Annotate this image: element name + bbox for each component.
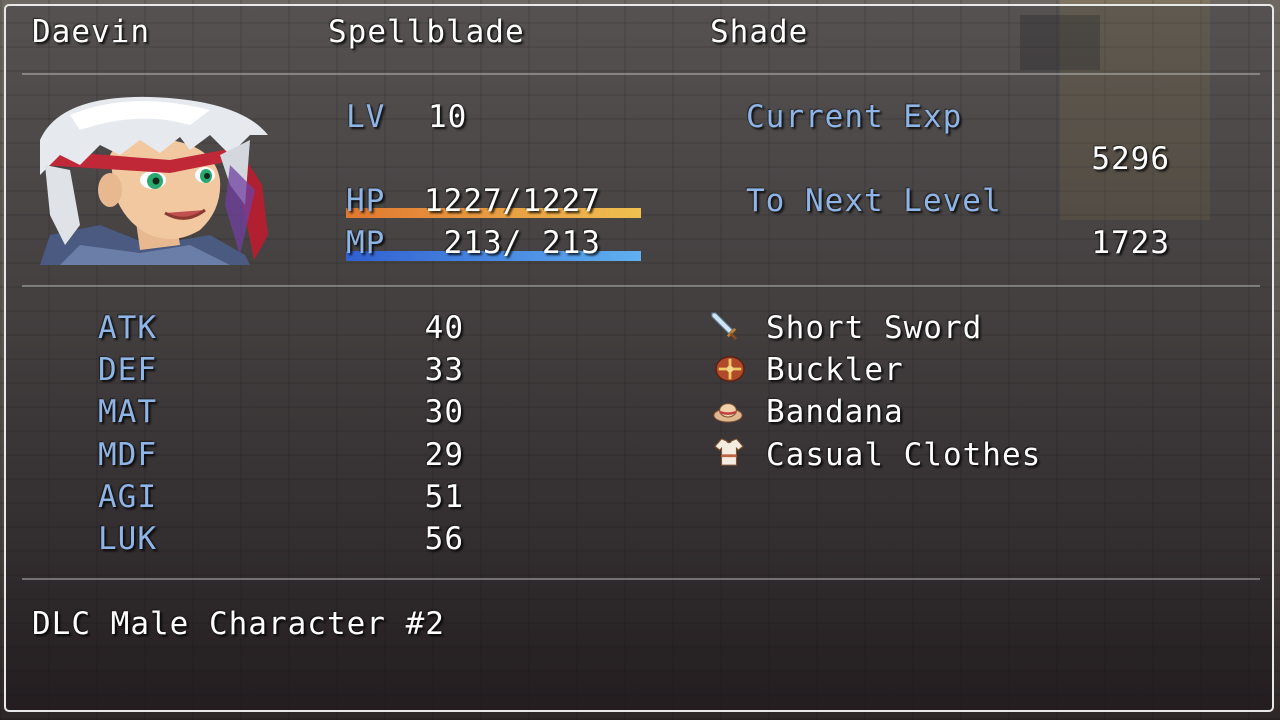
equip-weapon: Short Sword <box>766 310 983 346</box>
current-exp-label: Current Exp <box>746 99 963 135</box>
actor-name: Daevin <box>32 14 150 50</box>
equip-head: Bandana <box>766 394 904 430</box>
param-value-def: 33 <box>424 352 464 388</box>
param-value-mat: 30 <box>424 394 464 430</box>
param-label-def: DEF <box>98 352 157 388</box>
next-level-value: 1723 <box>1091 225 1170 261</box>
actor-profile: DLC Male Character #2 <box>32 606 445 642</box>
hp-value: 1227/1227 <box>424 183 601 219</box>
separator-middle <box>22 285 1260 287</box>
param-value-agi: 51 <box>424 479 464 515</box>
face-image <box>40 96 268 265</box>
level-value: 10 <box>428 99 468 135</box>
separator-top <box>22 73 1260 75</box>
param-value-luk: 56 <box>424 521 464 557</box>
equip-body: Casual Clothes <box>766 437 1042 473</box>
hat-icon <box>713 403 743 423</box>
actor-class: Spellblade <box>328 14 525 50</box>
mp-value: 213/ 213 <box>424 225 601 261</box>
current-exp-value: 5296 <box>1091 141 1170 177</box>
param-label-mat: MAT <box>98 394 157 430</box>
hp-label: HP <box>346 183 386 219</box>
mp-label: MP <box>346 225 386 261</box>
param-label-atk: ATK <box>98 310 157 346</box>
separator-bottom <box>22 578 1260 580</box>
actor-portrait <box>40 95 270 265</box>
actor-nickname: Shade <box>710 14 809 50</box>
sword-icon <box>711 312 738 341</box>
next-level-label: To Next Level <box>746 183 1002 219</box>
param-value-mdf: 29 <box>424 437 464 473</box>
shield-icon <box>715 356 745 382</box>
param-label-luk: LUK <box>98 521 157 557</box>
param-value-atk: 40 <box>424 310 464 346</box>
param-label-mdf: MDF <box>98 437 157 473</box>
clothes-icon <box>714 438 744 466</box>
level-label: LV <box>346 99 386 135</box>
equip-shield: Buckler <box>766 352 904 388</box>
param-label-agi: AGI <box>98 479 157 515</box>
